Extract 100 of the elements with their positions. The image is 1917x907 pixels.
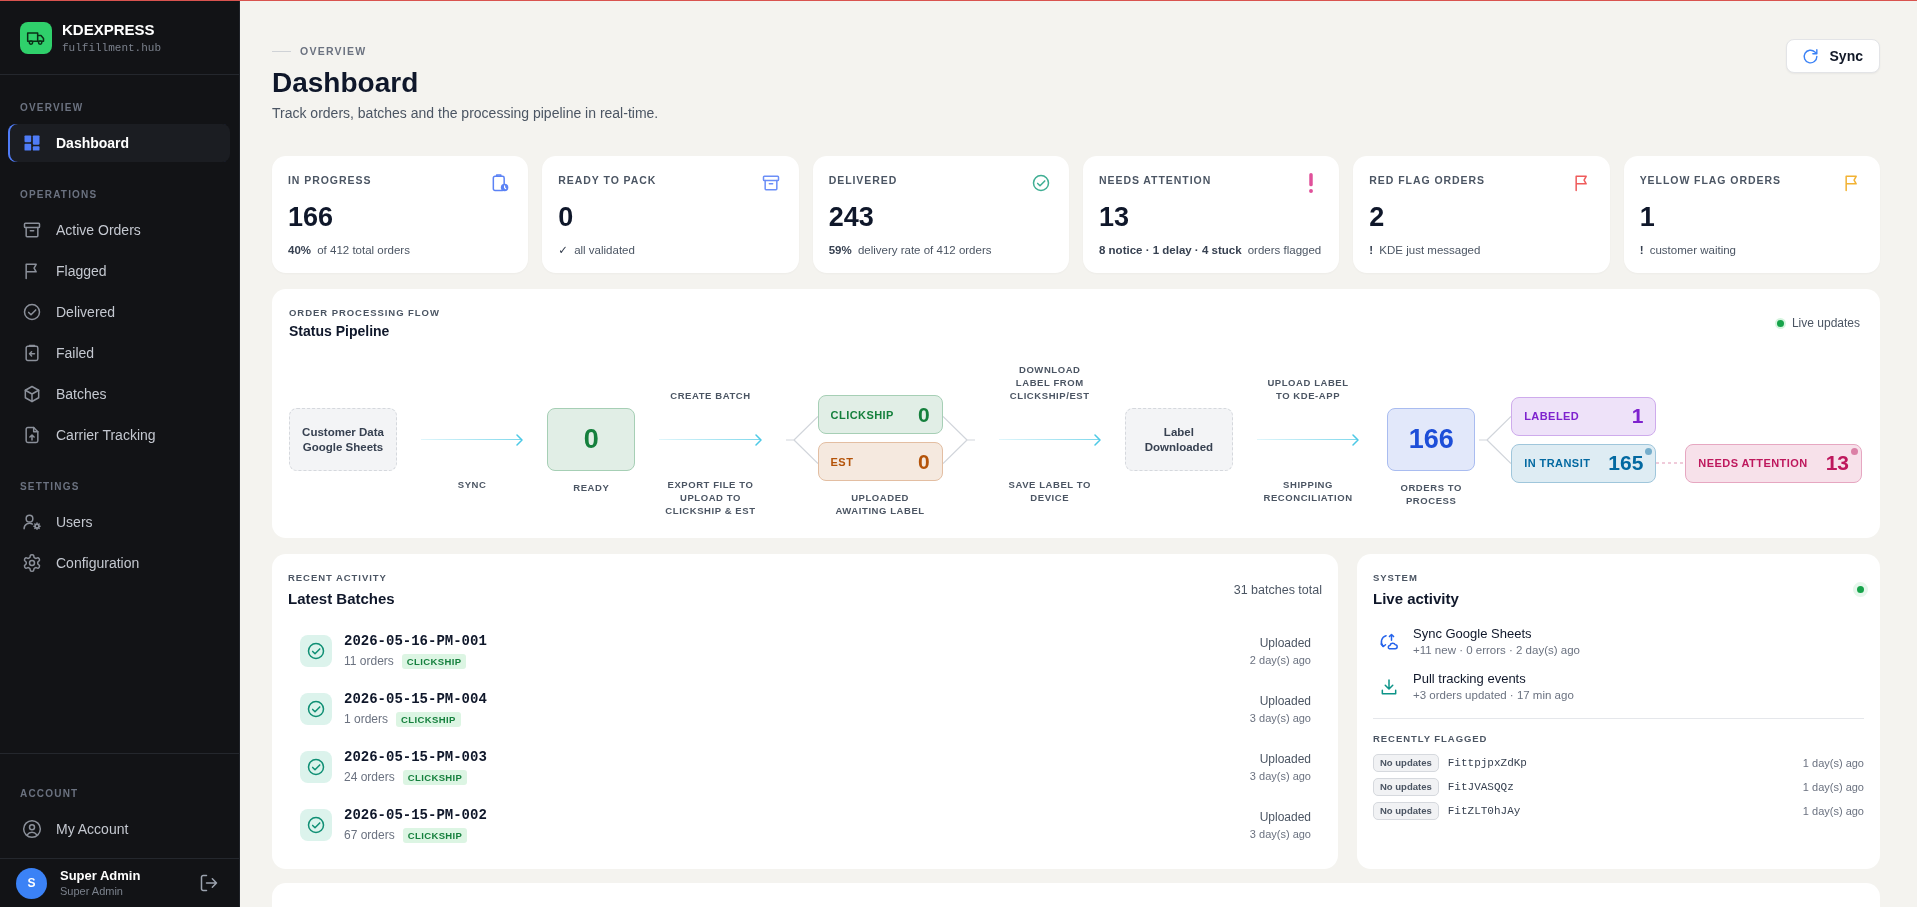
batch-status: Uploaded [1259,693,1311,709]
user-avatar: S [16,867,47,899]
batch-id: 2026-05-15-PM-004 [344,691,487,708]
stat-label: READY TO PACK [558,173,657,187]
branch-count: 13 [1825,451,1849,475]
branch-count: 0 [917,449,930,474]
stage-caption: READY [573,481,610,494]
stat-note: 40% of 412 total orders [288,243,410,258]
order-id: FittpjpxZdKp [1447,757,1527,769]
user-circle-icon [22,819,42,839]
arrow-label: SYNC [457,477,487,491]
section-label: RECENTLY FLAGGED [1373,732,1488,745]
archive-box-icon [22,220,42,240]
card-title: Status Pipeline [289,322,390,340]
order-count: 24 orders [344,769,395,785]
grid-icon [22,133,42,153]
stat-value: 0 [558,202,574,232]
count-node: 0 [547,408,636,471]
page-subtitle: Track orders, batches and the processing pipeline in real-time. [272,104,659,122]
arrow-label: UPLOAD LABEL TO KDE-APP [1266,375,1350,402]
arrow-label: DOWNLOAD LABEL FROM CLICKSHIP/EST [1008,362,1091,402]
cube-icon [22,384,42,404]
nav-item[interactable]: Failed [8,334,230,372]
step-node: Customer Data Google Sheets [289,408,397,471]
page-title: Dashboard [272,66,419,100]
stat-value: 243 [828,202,874,232]
batch-time: 3 day(s) ago [1249,710,1311,725]
branch-label: CLICKSHIP [830,408,894,421]
activity-title: Pull tracking events [1413,671,1526,687]
branch-count: 165 [1608,451,1644,475]
stat-label: NEEDS ATTENTION [1099,173,1212,187]
activity-detail: +11 new · 0 errors · 2 day(s) ago [1413,643,1580,658]
stat-value: 13 [1099,202,1130,232]
carrier-tag: CLICKSHIP [402,827,468,843]
stage-caption: ORDERS TO PROCESS [1399,481,1463,507]
stat-value: 166 [288,202,334,232]
nav-item[interactable]: Carrier Tracking [8,416,230,454]
user-name: Super Admin [60,868,141,884]
truck-icon [20,21,52,54]
logout-icon [199,873,219,893]
batch-status: Uploaded [1259,751,1311,767]
nav-item[interactable]: Flagged [8,252,230,290]
logout-button[interactable] [199,873,219,893]
live-label: Live updates [1791,316,1860,330]
stat-label: YELLOW FLAG ORDERS [1639,173,1781,187]
check-circle-icon [22,302,42,322]
brand-tagline: fulfillment.hub [62,40,162,55]
activity-title: Sync Google Sheets [1413,626,1532,642]
order-count: 1 orders [344,711,389,727]
refresh-icon [1800,46,1820,66]
arrow-label: SAVE LABEL TO DEVICE [1007,477,1092,504]
dashed-connector [1656,462,1686,464]
user-gear-icon [22,512,42,532]
card-eyebrow: ORDER PROCESSING FLOW [289,306,440,319]
download-icon [1379,677,1399,697]
batch-time: 3 day(s) ago [1249,826,1311,841]
stat-note: 59% delivery rate of 412 orders [828,243,992,258]
stat-note: ✓ all validated [558,243,635,258]
card-title: Latest Batches [288,589,395,608]
branch-label: LABELED [1524,410,1580,422]
branch-label: IN TRANSIT [1524,457,1591,469]
status-tag: No updates [1373,754,1439,772]
order-id: FitZLT0hJAy [1447,805,1521,817]
batch-time: 2 day(s) ago [1249,652,1311,667]
batch-time: 3 day(s) ago [1249,768,1311,783]
brand-name: KDEXPRESS [62,20,155,39]
nav-item[interactable]: Dashboard [8,124,230,162]
section-label: OVERVIEW [20,102,84,114]
batch-status: Uploaded [1259,809,1311,825]
stat-value: 2 [1369,202,1385,232]
page-eyebrow: OVERVIEW [300,44,367,58]
nav-item[interactable]: My Account [8,810,230,848]
section-label: SETTINGS [20,481,80,493]
nav-item[interactable]: Configuration [8,544,230,582]
branch-count: 0 [917,402,930,427]
settings-icon [22,553,42,573]
card-title: Live activity [1373,589,1459,608]
stat-note: ! KDE just messaged [1369,243,1481,258]
nav-item[interactable]: Batches [8,375,230,413]
stat-label: IN PROGRESS [288,173,372,187]
count-node: 166 [1387,408,1476,471]
step-node: Label Downloaded [1124,408,1233,471]
order-count: 11 orders [344,653,394,669]
batch-id: 2026-05-15-PM-003 [344,749,487,766]
user-role: Super Admin [60,884,123,898]
sync-button[interactable]: Sync [1785,39,1880,73]
stat-label: RED FLAG ORDERS [1369,173,1485,187]
sync-cloud-icon [1379,632,1399,652]
batch-id: 2026-05-16-PM-001 [344,633,487,650]
carrier-tag: CLICKSHIP [401,653,467,669]
card-eyebrow: SYSTEM [1373,571,1418,584]
stat-note: ! customer waiting [1639,243,1736,258]
arrow-label: CREATE BATCH [670,388,751,402]
flag-time: 1 day(s) ago [1802,757,1864,769]
batch-id: 2026-05-15-PM-002 [344,807,487,824]
stage-caption: UPLOADED AWAITING LABEL [834,491,926,517]
nav-item[interactable]: Delivered [8,293,230,331]
card-eyebrow: RECENT ACTIVITY [288,571,387,584]
nav-item[interactable]: Users [8,503,230,541]
nav-item[interactable]: Active Orders [8,211,230,249]
